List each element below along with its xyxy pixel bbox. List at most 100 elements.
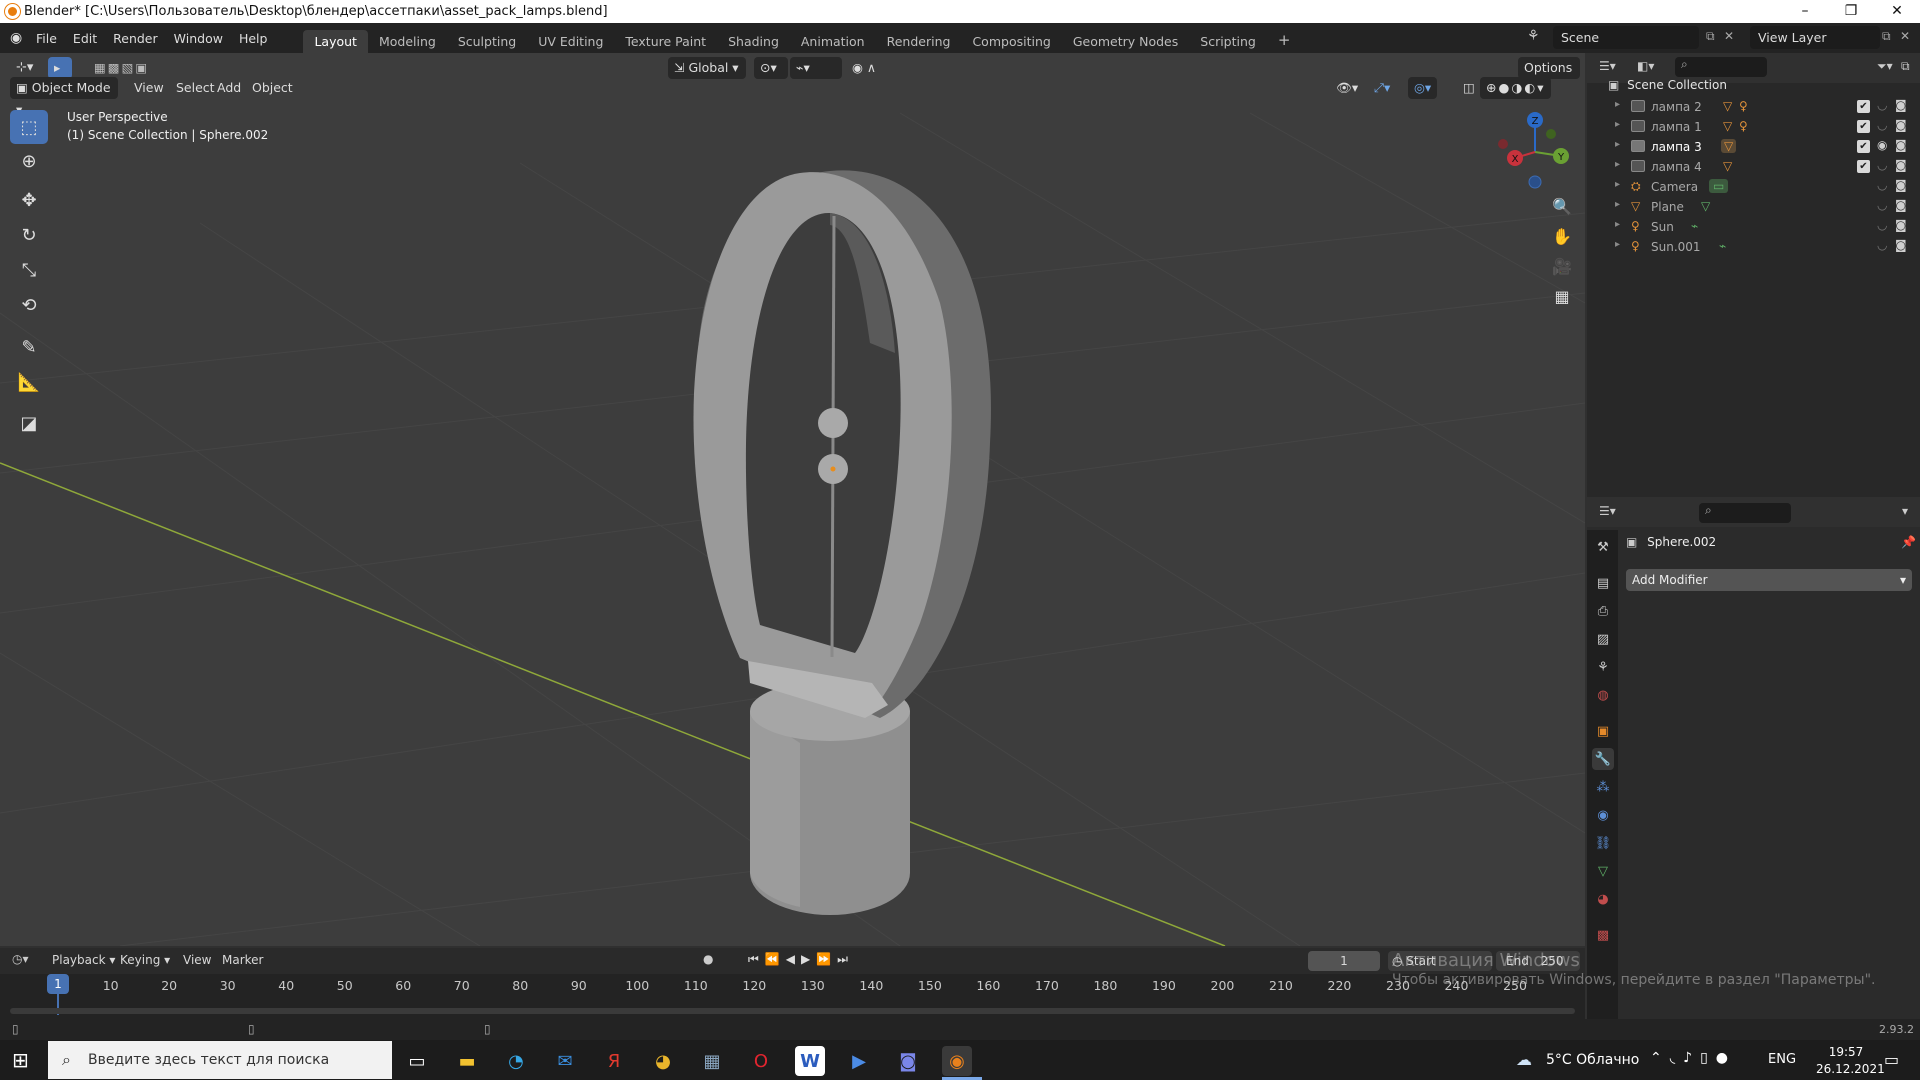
hide-eye-icon[interactable]: ◡: [1877, 178, 1887, 192]
timeline-menu-keying[interactable]: Keying ▾: [120, 953, 170, 967]
gizmo-neg-y-icon[interactable]: [1546, 129, 1556, 139]
file-explorer-icon[interactable]: ▬: [452, 1046, 482, 1076]
render-camera-icon[interactable]: ◙: [1895, 118, 1907, 132]
properties-search-input[interactable]: ⌕: [1699, 503, 1791, 523]
yandex-icon[interactable]: Я: [599, 1046, 629, 1076]
outliner-item-sun-001[interactable]: ▸ ♀ Sun.001 ⌁ ◡ ◙: [1595, 237, 1915, 257]
tab-compositing[interactable]: Compositing: [961, 30, 1061, 53]
gizmo-neg-x-icon[interactable]: [1498, 139, 1508, 149]
view-layer-tab-icon[interactable]: ▨: [1592, 628, 1614, 650]
proportional-edit-icon[interactable]: ◉ ∧: [846, 57, 882, 79]
annotate-tool-icon[interactable]: ✎: [10, 330, 48, 364]
tab-uv-editing[interactable]: UV Editing: [527, 30, 614, 53]
menu-edit[interactable]: Edit: [65, 31, 105, 46]
taskbar-search-input[interactable]: ⌕ Введите здесь текст для поиска: [48, 1041, 392, 1079]
timeline-menu-marker[interactable]: Marker: [222, 953, 263, 967]
mail-icon[interactable]: ✉: [550, 1046, 580, 1076]
expand-icon[interactable]: ▸: [1615, 99, 1620, 110]
notifications-icon[interactable]: ▭: [1884, 1050, 1899, 1069]
windows-start-icon[interactable]: ⊞: [12, 1048, 29, 1072]
outliner-search-input[interactable]: ⌕: [1675, 57, 1767, 77]
close-button[interactable]: ✕: [1874, 0, 1920, 23]
expand-icon[interactable]: ▸: [1615, 219, 1620, 230]
scene-selector-icon[interactable]: ⚘: [1527, 28, 1540, 44]
gizmo-neg-z-icon[interactable]: [1528, 175, 1542, 189]
sphere-upper[interactable]: [818, 408, 848, 438]
scale-tool-icon[interactable]: ⤡: [10, 253, 48, 287]
measure-tool-icon[interactable]: 📐: [10, 365, 48, 399]
clock-date[interactable]: 26.12.2021: [1816, 1062, 1885, 1076]
output-tab-icon[interactable]: ⎙: [1592, 600, 1614, 622]
pan-hand-icon[interactable]: ✋: [1548, 222, 1576, 250]
current-frame-field[interactable]: 1: [1308, 951, 1380, 971]
cursor-tool-icon[interactable]: ⊕: [10, 144, 48, 178]
selection-mode-icons[interactable]: ▦▩▧▣: [88, 57, 155, 79]
material-tab-icon[interactable]: ◕: [1592, 888, 1614, 910]
editor-type-icon[interactable]: ⊹▾: [10, 57, 39, 79]
constraints-tab-icon[interactable]: ⛓: [1592, 832, 1614, 854]
exclude-checkbox[interactable]: ✔: [1857, 120, 1870, 133]
outliner-item-lamp-4[interactable]: ▸ лампа 4 ▽ ✔ ◡ ◙: [1595, 157, 1915, 177]
hide-eye-icon[interactable]: ◡: [1877, 118, 1887, 132]
clock-time[interactable]: 19:57: [1816, 1045, 1876, 1059]
minimize-button[interactable]: –: [1782, 0, 1828, 23]
discord-icon[interactable]: ◙: [893, 1046, 923, 1076]
outliner-item-lamp-3[interactable]: ▸ лампа 3 ▽ ✔ ◉ ◙: [1595, 137, 1915, 157]
timeline-scrollbar[interactable]: [10, 1008, 1575, 1014]
record-keyframe-icon[interactable]: ●: [703, 952, 713, 966]
expand-icon[interactable]: ▸: [1615, 179, 1620, 190]
hide-eye-icon[interactable]: ◡: [1877, 238, 1887, 252]
physics-tab-icon[interactable]: ◉: [1592, 804, 1614, 826]
maximize-button[interactable]: ❐: [1828, 0, 1874, 23]
add-modifier-dropdown[interactable]: Add Modifier ▾: [1626, 569, 1912, 591]
hide-eye-icon[interactable]: ◡: [1877, 158, 1887, 172]
data-tab-icon[interactable]: ▽: [1592, 860, 1614, 882]
outliner-editor-type-icon[interactable]: ☰▾: [1599, 59, 1616, 73]
add-workspace-icon[interactable]: +: [1267, 27, 1302, 53]
filter-icon[interactable]: ⏷▾: [1877, 59, 1893, 74]
visible-eye-icon[interactable]: ◉: [1877, 138, 1887, 152]
viewport-menu-add[interactable]: Add: [211, 77, 247, 99]
lamp-base[interactable]: [750, 681, 910, 915]
3d-viewport[interactable]: [0, 53, 1585, 946]
hide-eye-icon[interactable]: ◡: [1877, 198, 1887, 212]
blender-menu-icon[interactable]: ◉: [10, 30, 28, 46]
select-box-tool-icon[interactable]: ⬚: [10, 110, 48, 144]
render-camera-icon[interactable]: ◙: [1895, 178, 1907, 192]
render-camera-icon[interactable]: ◙: [1895, 198, 1907, 212]
exclude-checkbox[interactable]: ✔: [1857, 140, 1870, 153]
edge-icon[interactable]: ◔: [501, 1046, 531, 1076]
menu-render[interactable]: Render: [105, 31, 166, 46]
options-dropdown[interactable]: Options ▾: [1518, 57, 1580, 97]
outliner-item-sun[interactable]: ▸ ♀ Sun ⌁ ◡ ◙: [1595, 217, 1915, 237]
select-mode-icon[interactable]: ▸: [48, 57, 72, 79]
hide-eye-icon[interactable]: ◡: [1877, 218, 1887, 232]
tab-rendering[interactable]: Rendering: [876, 30, 962, 53]
viewport-menu-object[interactable]: Object: [246, 77, 299, 99]
playhead-frame-indicator[interactable]: 1: [47, 974, 69, 994]
outliner-item-camera[interactable]: ▸ ⛭ Camera ▭ ◡ ◙: [1595, 177, 1915, 197]
menu-file[interactable]: File: [28, 31, 65, 46]
expand-icon[interactable]: ▸: [1615, 239, 1620, 250]
tab-texture-paint[interactable]: Texture Paint: [614, 30, 717, 53]
modifier-tab-icon[interactable]: 🔧: [1592, 748, 1614, 770]
chrome-icon[interactable]: ◕: [648, 1046, 678, 1076]
outliner-item-plane[interactable]: ▸ ▽ Plane ▽ ◡ ◙: [1595, 197, 1915, 217]
properties-options-icon[interactable]: ▾: [1902, 504, 1908, 518]
scene-name-field[interactable]: Scene: [1553, 26, 1699, 49]
world-tab-icon[interactable]: ◍: [1592, 684, 1614, 706]
navigation-gizmo[interactable]: Z Y X: [1495, 108, 1575, 193]
zoom-app-icon[interactable]: ▶: [844, 1046, 874, 1076]
snap-icon[interactable]: ⌁▾: [790, 57, 842, 79]
calculator-icon[interactable]: ▦: [697, 1046, 727, 1076]
expand-icon[interactable]: ▸: [1615, 119, 1620, 130]
exclude-checkbox[interactable]: ✔: [1857, 100, 1870, 113]
task-view-icon[interactable]: ▭: [402, 1046, 432, 1076]
language-indicator[interactable]: ENG: [1768, 1052, 1796, 1067]
outliner-item-lamp-2[interactable]: ▸ лампа 2 ▽ ♀ ✔ ◡ ◙: [1595, 97, 1915, 117]
particles-tab-icon[interactable]: ⁂: [1592, 776, 1614, 798]
scene-collection-row[interactable]: ▣ Scene Collection: [1608, 78, 1727, 92]
view-layer-field[interactable]: View Layer: [1750, 26, 1880, 49]
rotate-tool-icon[interactable]: ↻: [10, 218, 48, 252]
tab-shading[interactable]: Shading: [717, 30, 790, 53]
